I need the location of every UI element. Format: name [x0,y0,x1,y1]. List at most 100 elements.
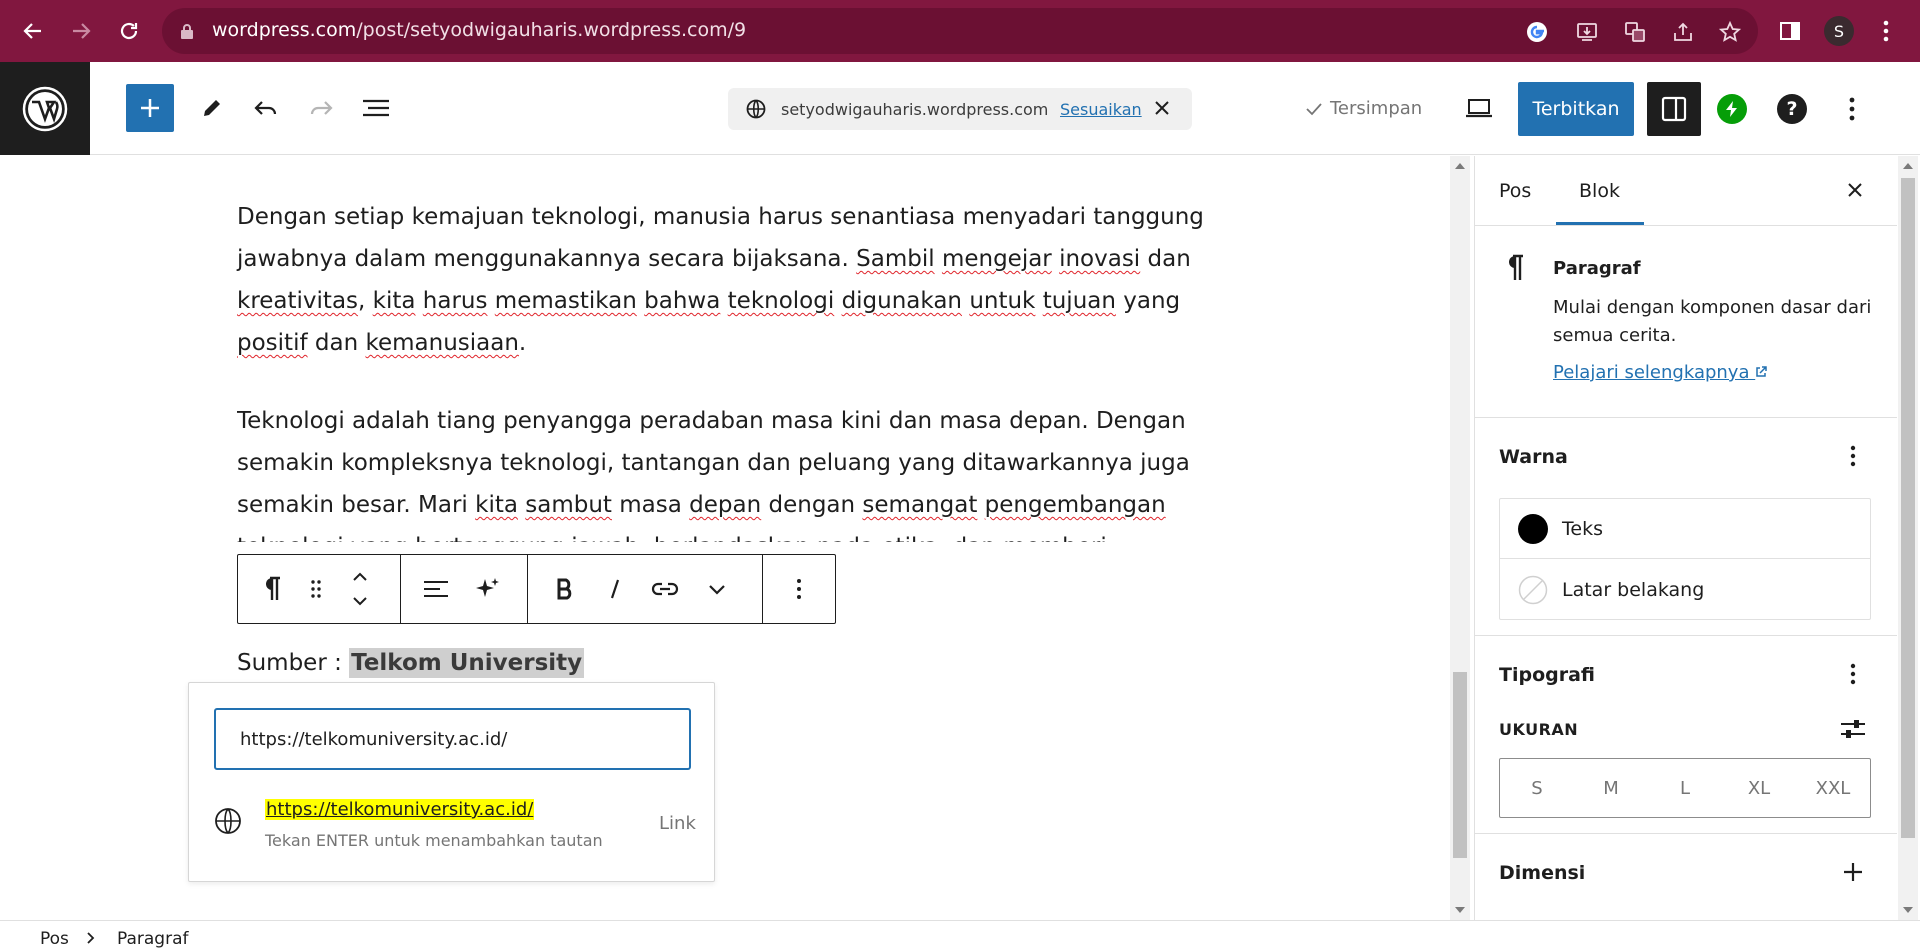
drag-icon [311,580,321,598]
link-suggestion[interactable]: https://telkomuniversity.ac.id/ Tekan EN… [189,793,714,873]
translate-icon[interactable] [1624,21,1646,43]
close-icon [1155,101,1169,115]
link-button[interactable] [646,555,684,623]
jetpack-button[interactable] [1717,94,1747,124]
back-button[interactable] [16,14,50,48]
tab-block[interactable]: Blok [1579,180,1620,202]
canvas-scrollbar[interactable] [1450,156,1470,920]
dimensions-panel-title: Dimensi [1499,862,1586,884]
sidebar-scrollbar[interactable] [1898,156,1918,920]
italic-icon [610,579,620,599]
ai-assistant-button[interactable] [470,555,506,623]
size-option-xxl[interactable]: XXL [1796,759,1870,817]
bold-button[interactable] [548,555,582,623]
suggestion-type: Link [659,813,696,834]
chevron-right-icon [87,932,95,944]
drag-handle[interactable] [304,555,328,623]
document-overview-button[interactable] [352,84,400,132]
typography-options-button[interactable] [1841,658,1865,690]
block-card: Paragraf Mulai dengan komponen dasar dar… [1475,226,1897,418]
size-option-s[interactable]: S [1500,759,1574,817]
link-url-input[interactable] [214,708,691,770]
settings-sidebar: Pos Blok Paragraf Mulai dengan komponen … [1474,156,1897,920]
chevron-down-icon [709,585,725,595]
browser-menu-button[interactable] [1874,14,1898,48]
tools-button[interactable] [188,84,236,132]
paragraph-block[interactable]: Dengan setiap kemajuan teknologi, manusi… [237,196,1207,364]
size-label: UKURAN [1499,720,1579,739]
scroll-down-icon [1903,907,1913,913]
forward-button[interactable] [64,14,98,48]
side-panel-button[interactable] [1775,14,1805,48]
background-color-option[interactable]: Latar belakang [1500,560,1870,620]
share-icon[interactable] [1672,21,1694,43]
size-option-m[interactable]: M [1574,759,1648,817]
more-formatting-button[interactable] [702,555,732,623]
source-label: Sumber : [237,650,350,676]
size-option-l[interactable]: L [1648,759,1722,817]
editor-canvas: Dengan setiap kemajuan teknologi, manusi… [0,156,1450,920]
scrollbar-thumb[interactable] [1453,672,1467,858]
size-option-xl[interactable]: XL [1722,759,1796,817]
publish-button[interactable]: Terbitkan [1518,82,1634,136]
text-color-swatch [1518,514,1548,544]
empty-swatch-icon [1518,575,1548,605]
block-type-button[interactable] [256,555,288,623]
breadcrumb-root[interactable]: Pos [40,929,69,949]
custom-size-button[interactable] [1839,716,1867,742]
typography-panel: Tipografi UKURAN S M L XL XXL [1475,636,1897,834]
install-app-icon[interactable] [1576,21,1598,43]
selected-link-text[interactable]: Telkom University [349,648,585,678]
saved-label: Tersimpan [1330,98,1423,119]
text-color-option[interactable]: Teks [1500,499,1870,559]
options-menu-button[interactable] [1840,92,1864,126]
more-vertical-icon [797,579,801,599]
add-dimension-button[interactable] [1839,856,1867,888]
italic-button[interactable] [600,555,630,623]
close-sidebar-button[interactable] [1841,176,1869,204]
breadcrumb-current[interactable]: Paragraf [117,929,189,949]
wordpress-logo-button[interactable] [0,62,90,155]
lock-icon [181,24,193,39]
undo-icon [254,101,277,115]
reload-icon [120,22,138,40]
site-address: setyodwigauharis.wordpress.com [781,100,1049,119]
preview-button[interactable] [1455,84,1503,132]
scrollbar-thumb[interactable] [1901,178,1915,838]
block-options-button[interactable] [784,555,814,623]
editor-header: setyodwigauharis.wordpress.com Sesuaikan… [0,62,1920,155]
undo-button[interactable] [242,84,290,132]
breadcrumb: Pos Paragraf [0,920,1920,950]
paragraph-block[interactable]: Teknologi adalah tiang penyangga peradab… [237,400,1207,542]
pencil-icon [204,100,220,116]
more-vertical-icon [1849,97,1855,121]
profile-button[interactable]: S [1822,14,1856,48]
close-site-hub-button[interactable] [1152,98,1172,122]
list-view-icon [363,99,389,117]
move-up-down-button[interactable] [344,555,376,623]
google-icon[interactable] [1526,21,1548,43]
active-tab-indicator [1556,222,1644,225]
more-vertical-icon [1850,445,1856,467]
address-bar[interactable]: wordpress.com/post/setyodwigauharis.word… [162,8,1758,54]
scroll-up-icon [1455,163,1465,169]
suggestion-hint: Tekan ENTER untuk menambahkan tautan [265,831,603,850]
wordpress-icon [22,86,68,131]
customize-link[interactable]: Sesuaikan [1060,100,1142,119]
color-list: Teks Latar belakang [1499,498,1871,620]
close-icon [1848,183,1862,197]
settings-toggle-button[interactable] [1647,82,1701,136]
add-block-button[interactable] [126,84,174,132]
globe-icon [746,99,766,119]
color-options-button[interactable] [1841,440,1865,472]
bookmark-star-icon[interactable] [1719,21,1741,43]
redo-button[interactable] [297,84,345,132]
paragraph-block-source[interactable]: Sumber : Telkom University [237,642,585,684]
align-button[interactable] [418,555,454,623]
learn-more-link[interactable]: Pelajari selengkapnya [1553,362,1767,383]
tab-post[interactable]: Pos [1499,180,1531,202]
browser-toolbar: wordpress.com/post/setyodwigauharis.word… [0,0,1920,62]
reload-button[interactable] [112,14,146,48]
site-hub[interactable]: setyodwigauharis.wordpress.com Sesuaikan [728,88,1192,130]
help-button[interactable]: ? [1777,94,1807,124]
